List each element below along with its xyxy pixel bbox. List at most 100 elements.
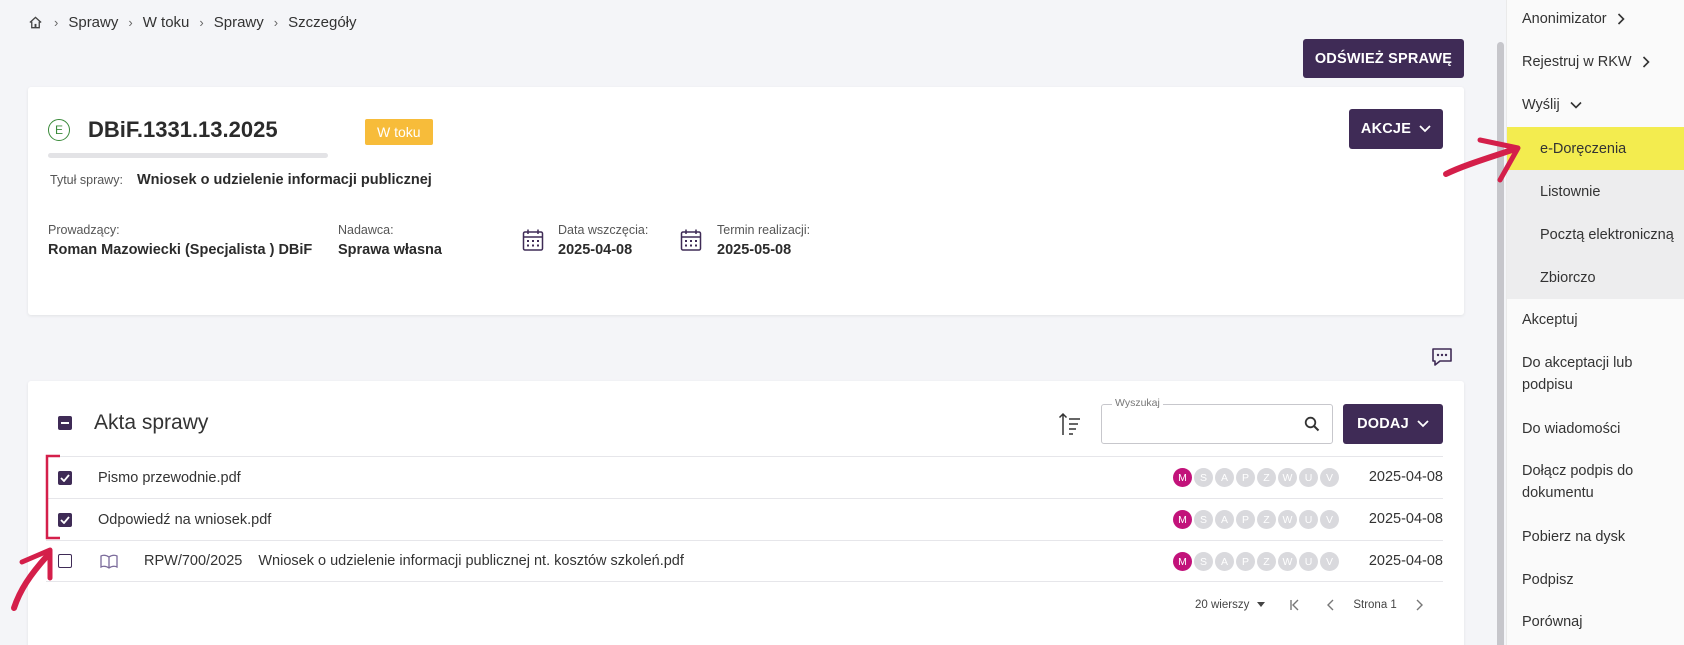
refresh-case-button[interactable]: ODŚWIEŻ SPRAWĘ — [1303, 39, 1464, 78]
case-title-field: Tytuł sprawy: Wniosek o udzielenie infor… — [50, 172, 432, 188]
search-legend: Wyszukaj — [1112, 397, 1163, 409]
case-title-row: E DBiF.1331.13.2025 — [48, 117, 278, 143]
pagination: 20 wierszy Strona 1 — [1195, 599, 1425, 611]
actions-label: AKCJE — [1360, 121, 1412, 137]
rows-per-page-select[interactable]: 20 wierszy — [1195, 599, 1266, 611]
menu-item-bulk[interactable]: Zbiorczo — [1507, 256, 1684, 299]
page-indicator: Strona 1 — [1353, 599, 1397, 611]
sort-icon[interactable] — [1058, 411, 1082, 437]
breadcrumb-item-sprawy[interactable]: Sprawy — [68, 14, 118, 31]
breadcrumb-separator: › — [54, 15, 59, 30]
breadcrumb-item-sprawy-2[interactable]: Sprawy — [214, 14, 264, 31]
menu-item-accept[interactable]: Akceptuj — [1507, 309, 1684, 331]
calendar-icon — [680, 229, 702, 251]
file-date: 2025-04-08 — [1368, 511, 1443, 527]
rpw-number: RPW/700/2025 — [144, 553, 243, 569]
document-status-badges: M S A P Z W U V — [1171, 552, 1339, 571]
table-row[interactable]: Odpowiedź na wniosek.pdf M S A P Z W U V… — [46, 498, 1443, 540]
file-date: 2025-04-08 — [1368, 469, 1443, 485]
file-name[interactable]: Pismo przewodnie.pdf — [98, 470, 241, 486]
menu-item-label: Porównaj — [1522, 614, 1583, 630]
menu-item-label: Listownie — [1540, 183, 1601, 200]
status-badge-z: Z — [1257, 510, 1276, 529]
status-badge-a: A — [1215, 468, 1234, 487]
menu-item-label: Anonimizator — [1522, 11, 1607, 27]
menu-item-for-information[interactable]: Do wiadomości — [1507, 418, 1684, 440]
actions-dropdown-button[interactable]: AKCJE — [1349, 109, 1443, 149]
menu-item-download[interactable]: Pobierz na dysk — [1507, 526, 1684, 548]
breadcrumb-item-szczegoly: Szczegóły — [288, 14, 357, 31]
next-page-icon[interactable] — [1413, 599, 1425, 611]
table-row[interactable]: Pismo przewodnie.pdf M S A P Z W U V 202… — [46, 456, 1443, 498]
chevron-down-icon — [1570, 101, 1582, 109]
breadcrumb-separator: › — [199, 15, 204, 30]
status-badge-u: U — [1299, 510, 1318, 529]
menu-item-sign[interactable]: Podpisz — [1507, 569, 1684, 591]
breadcrumb-separator: › — [273, 15, 279, 30]
menu-item-attach-signature[interactable]: Dołącz podpis do dokumentu — [1507, 460, 1667, 504]
row-checkbox[interactable] — [58, 554, 72, 568]
status-badge-u: U — [1299, 552, 1318, 571]
menu-item-by-email[interactable]: Pocztą elektroniczną — [1507, 213, 1684, 256]
search-field: Wyszukaj — [1101, 397, 1333, 444]
status-badge-p: P — [1236, 468, 1255, 487]
case-number-underline — [48, 153, 328, 158]
comment-icon[interactable] — [1431, 346, 1453, 368]
search-icon[interactable] — [1304, 416, 1320, 432]
menu-item-by-mail[interactable]: Listownie — [1507, 170, 1684, 213]
menu-item-label: Zbiorczo — [1540, 269, 1596, 286]
status-badge-v: V — [1320, 468, 1339, 487]
deadline-value: 2025-05-08 — [717, 242, 792, 258]
row-checkbox[interactable] — [58, 512, 72, 527]
menu-item-label: Dołącz podpis do dokumentu — [1522, 463, 1634, 501]
menu-item-anonymizer[interactable]: Anonimizator — [1507, 8, 1684, 30]
first-page-icon[interactable] — [1289, 599, 1301, 611]
calendar-icon — [522, 229, 544, 251]
status-badge-z: Z — [1257, 552, 1276, 571]
breadcrumb-item-w-toku[interactable]: W toku — [143, 14, 190, 31]
document-status-badges: M S A P Z W U V — [1171, 510, 1339, 529]
menu-item-e-delivery[interactable]: e-Doręczenia — [1507, 127, 1684, 170]
scrollbar-thumb[interactable] — [1497, 42, 1504, 645]
side-actions-menu: Anonimizator Rejestruj w RKW Wyślij e-Do… — [1506, 0, 1684, 645]
row-checkbox[interactable] — [58, 470, 72, 485]
menu-item-label: Rejestruj w RKW — [1522, 54, 1632, 70]
deadline-field: Termin realizacji: 2025-05-08 — [717, 223, 810, 258]
book-icon — [100, 554, 118, 569]
file-name[interactable]: Odpowiedź na wniosek.pdf — [98, 512, 271, 528]
lead-field: Prowadzący: Roman Mazowiecki (Specjalist… — [48, 223, 312, 258]
menu-item-label: Do wiadomości — [1522, 421, 1621, 437]
chevron-right-icon — [1617, 13, 1625, 25]
status-badge-v: V — [1320, 510, 1339, 529]
status-badge-a: A — [1215, 510, 1234, 529]
case-title-label: Tytuł sprawy: — [50, 173, 123, 187]
start-date-label: Data wszczęcia: — [558, 223, 649, 237]
status-badge-u: U — [1299, 468, 1318, 487]
menu-item-compare[interactable]: Porównaj — [1507, 611, 1684, 633]
file-name[interactable]: Wniosek o udzielenie informacji publiczn… — [258, 553, 684, 569]
menu-item-register-rkw[interactable]: Rejestruj w RKW — [1507, 51, 1684, 73]
check-icon — [60, 515, 70, 524]
menu-item-send[interactable]: Wyślij — [1507, 94, 1684, 116]
lead-label: Prowadzący: — [48, 223, 120, 237]
sender-field: Nadawca: Sprawa własna — [338, 223, 442, 258]
add-dropdown-button[interactable]: DODAJ — [1343, 404, 1443, 444]
home-icon[interactable] — [28, 15, 44, 31]
menu-item-label: Wyślij — [1522, 97, 1560, 113]
table-row[interactable]: RPW/700/2025 Wniosek o udzielenie inform… — [46, 540, 1443, 582]
status-badge-m: M — [1173, 468, 1192, 487]
check-icon — [60, 473, 70, 482]
deadline-label: Termin realizacji: — [717, 223, 811, 237]
caret-down-icon — [1257, 602, 1266, 607]
case-title-value: Wniosek o udzielenie informacji publiczn… — [136, 172, 432, 188]
status-badge-p: P — [1236, 552, 1255, 571]
menu-item-to-accept-or-sign[interactable]: Do akceptacji lub podpisu — [1507, 352, 1667, 396]
status-badge-m: M — [1173, 552, 1192, 571]
select-all-checkbox[interactable] — [58, 416, 72, 430]
add-label: DODAJ — [1357, 416, 1409, 432]
previous-page-icon[interactable] — [1325, 599, 1337, 611]
search-input[interactable] — [1110, 413, 1290, 435]
file-date: 2025-04-08 — [1368, 553, 1443, 569]
menu-item-label: e-Doręczenia — [1540, 140, 1627, 157]
breadcrumb-separator: › — [128, 15, 133, 30]
